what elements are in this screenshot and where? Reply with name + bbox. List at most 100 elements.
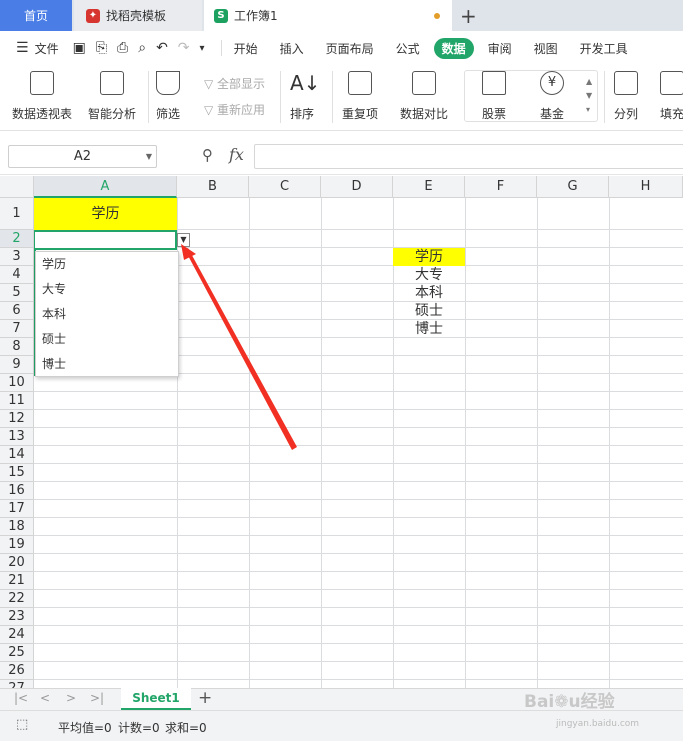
tab-workbook-label: 工作簿1	[234, 9, 278, 23]
row-header-15[interactable]: 15	[0, 464, 34, 482]
row-header-4[interactable]: 4	[0, 266, 34, 284]
menu-bar: ☰ 文件 ▣ ⎘ ⎙ ⌕ ↶ ↷ ▾ 开始 插入 页面布局 公式 数据 审阅 视…	[0, 31, 683, 65]
row-header-1[interactable]: 1	[0, 198, 34, 230]
next-sheet-icon[interactable]: >	[66, 691, 76, 705]
fill-button[interactable]: 填充	[660, 71, 683, 122]
show-all-label: 全部显示	[217, 77, 266, 91]
arrow-shaft	[185, 248, 297, 450]
row-header-19[interactable]: 19	[0, 536, 34, 554]
row-header-8[interactable]: 8	[0, 338, 34, 356]
row-header-7[interactable]: 7	[0, 320, 34, 338]
prev-sheet-icon[interactable]: <	[40, 691, 50, 705]
dropdown-option[interactable]: 学历	[36, 252, 178, 277]
chevron-down-icon[interactable]: ▾	[200, 43, 205, 54]
fill-label: 填充	[660, 107, 683, 121]
ribbon-divider	[280, 71, 281, 123]
docer-icon: ✦	[86, 8, 100, 23]
row-header-27[interactable]: 27	[0, 680, 34, 688]
undo-icon[interactable]: ↶	[156, 40, 168, 56]
arrow-head	[181, 244, 196, 260]
menu-insert[interactable]: 插入	[280, 40, 304, 57]
row-header-14[interactable]: 14	[0, 446, 34, 464]
status-icon[interactable]: ⬚	[16, 717, 28, 732]
redo-icon[interactable]: ↷	[178, 40, 190, 56]
new-tab-button[interactable]: +	[460, 4, 477, 28]
row-header-9[interactable]: 9	[0, 356, 34, 374]
preview-icon[interactable]: ⌕	[138, 40, 146, 56]
validation-dropdown-list: 学历 大专 本科 硕士 博士	[35, 251, 179, 377]
row-header-16[interactable]: 16	[0, 482, 34, 500]
spreadsheet-icon: S	[214, 8, 228, 23]
menu-file[interactable]: 文件	[35, 40, 59, 57]
chevron-down-icon[interactable]: ▼	[146, 146, 152, 167]
fund-label: 基金	[540, 107, 565, 121]
reapply-button[interactable]: ▽ 重新应用	[204, 101, 265, 118]
save-icon[interactable]: ▣	[73, 40, 86, 56]
status-bar: ⬚ 平均值=0 计数=0 求和=0 jingyan.baidu.com	[0, 710, 683, 741]
ribbon-divider	[148, 71, 149, 123]
dropdown-option[interactable]: 大专	[36, 277, 178, 302]
filter-button[interactable]: 筛选	[156, 71, 180, 122]
dropdown-option[interactable]: 博士	[36, 352, 178, 377]
menu-home[interactable]: 开始	[234, 40, 258, 57]
row-header-18[interactable]: 18	[0, 518, 34, 536]
menu-data[interactable]: 数据	[433, 37, 474, 59]
stock-icon	[482, 71, 506, 95]
row-header-12[interactable]: 12	[0, 410, 34, 428]
fund-button[interactable]: ¥ 基金	[540, 71, 564, 122]
add-sheet-button[interactable]: +	[198, 688, 212, 708]
formula-input[interactable]	[254, 144, 683, 169]
pivot-table-label: 数据透视表	[12, 107, 73, 121]
data-compare-label: 数据对比	[400, 107, 449, 121]
row-header-10[interactable]: 10	[0, 374, 34, 392]
yen-icon: ¥	[540, 71, 564, 95]
export-icon[interactable]: ⎘	[96, 40, 107, 56]
sort-button[interactable]: A↓ 排序	[290, 71, 320, 122]
duplicates-button[interactable]: 重复项	[342, 71, 378, 122]
pivot-table-button[interactable]: 数据透视表	[12, 71, 72, 122]
row-header-20[interactable]: 20	[0, 554, 34, 572]
row-header-17[interactable]: 17	[0, 500, 34, 518]
menu-developer[interactable]: 开发工具	[580, 40, 628, 57]
tab-template[interactable]: ✦ 找稻壳模板	[74, 0, 202, 31]
show-all-button[interactable]: ▽ 全部显示	[204, 75, 265, 92]
split-column-button[interactable]: 分列	[614, 71, 638, 122]
stock-button[interactable]: 股票	[482, 71, 506, 122]
menu-formula[interactable]: 公式	[396, 40, 420, 57]
smart-analysis-button[interactable]: 智能分析	[88, 71, 136, 122]
row-header-26[interactable]: 26	[0, 662, 34, 680]
row-header-3[interactable]: 3	[0, 248, 34, 266]
gallery-scroll-icon[interactable]: ▲ ▼ ▾	[586, 75, 592, 117]
ribbon-divider	[604, 71, 605, 123]
row-header-21[interactable]: 21	[0, 572, 34, 590]
print-icon[interactable]: ⎙	[117, 40, 128, 56]
row-header-25[interactable]: 25	[0, 644, 34, 662]
name-box[interactable]: A2 ▼	[8, 145, 157, 168]
menu-page-layout[interactable]: 页面布局	[326, 40, 374, 57]
menu-review[interactable]: 审阅	[488, 40, 512, 57]
smart-analysis-label: 智能分析	[88, 107, 137, 121]
zoom-icon[interactable]: ⚲	[202, 146, 213, 164]
tab-home[interactable]: 首页	[0, 0, 72, 31]
row-header-5[interactable]: 5	[0, 284, 34, 302]
menu-divider	[220, 40, 222, 56]
row-header-22[interactable]: 22	[0, 590, 34, 608]
row-header-24[interactable]: 24	[0, 626, 34, 644]
menu-view[interactable]: 视图	[534, 40, 558, 57]
data-compare-button[interactable]: 数据对比	[400, 71, 448, 122]
filter-label: 筛选	[156, 107, 181, 121]
tab-workbook[interactable]: S 工作簿1	[204, 0, 452, 31]
reapply-label: 重新应用	[217, 103, 266, 117]
row-header-6[interactable]: 6	[0, 302, 34, 320]
row-header-2[interactable]: 2	[0, 230, 34, 248]
dropdown-option[interactable]: 本科	[36, 302, 178, 327]
function-icon[interactable]: fx	[229, 145, 244, 164]
hamburger-icon[interactable]: ☰	[16, 40, 29, 56]
row-header-13[interactable]: 13	[0, 428, 34, 446]
last-sheet-icon[interactable]: >|	[90, 691, 104, 705]
dropdown-option[interactable]: 硕士	[36, 327, 178, 352]
sheet-tab-sheet1[interactable]: Sheet1	[121, 688, 191, 710]
row-header-23[interactable]: 23	[0, 608, 34, 626]
row-header-11[interactable]: 11	[0, 392, 34, 410]
first-sheet-icon[interactable]: |<	[14, 691, 28, 705]
